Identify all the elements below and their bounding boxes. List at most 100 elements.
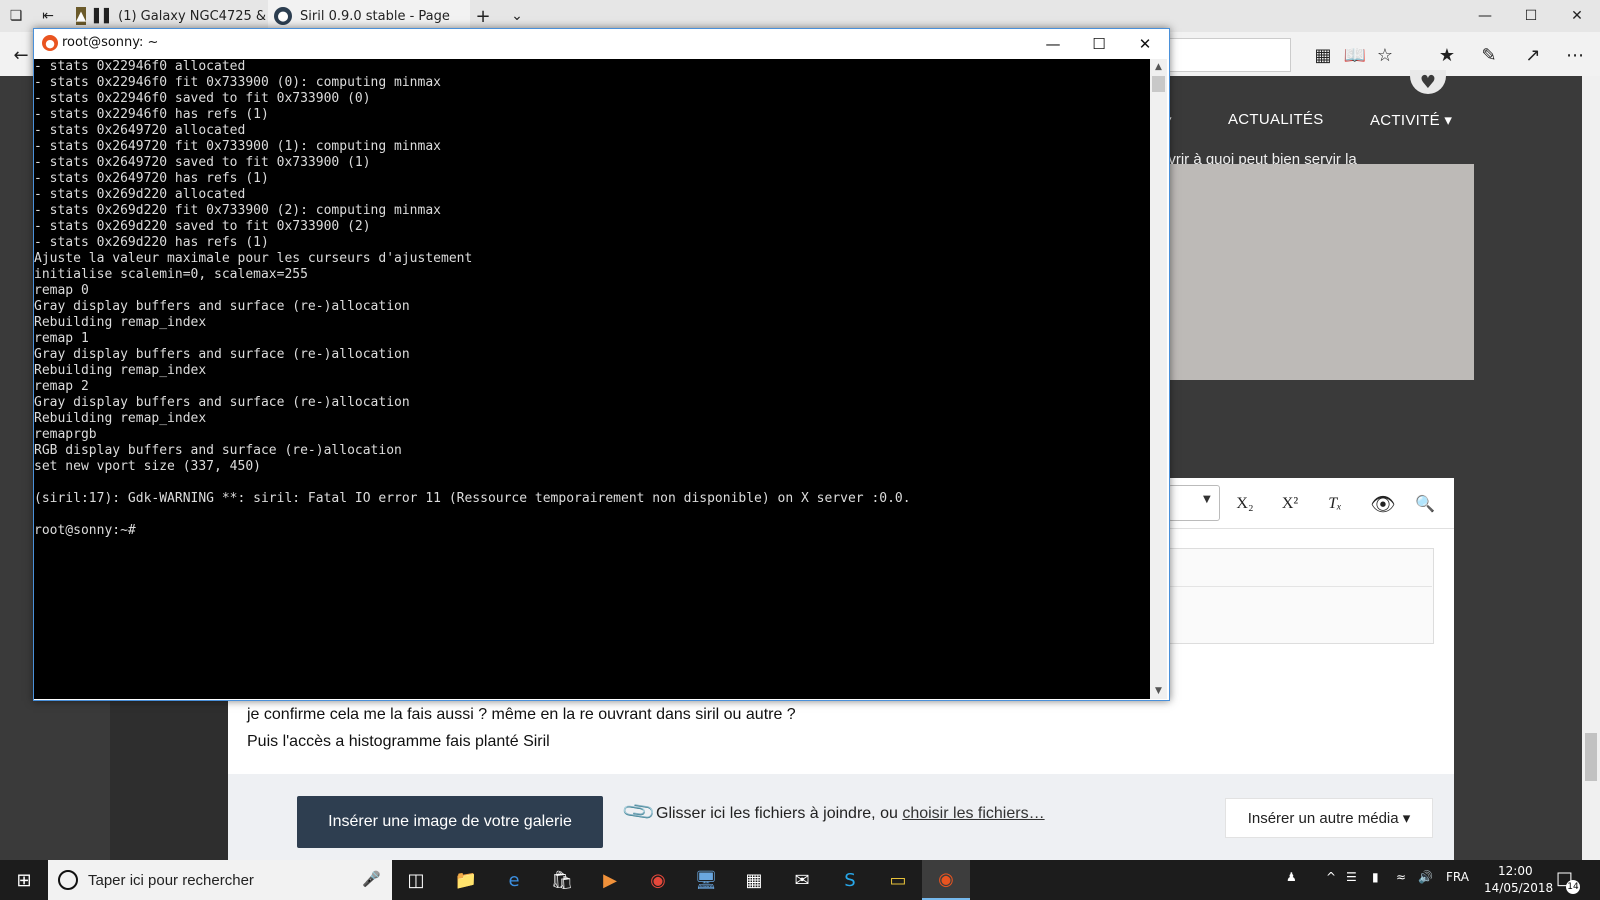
terminal-line: - stats 0x2649720 saved to fit 0x733900 … bbox=[34, 155, 371, 170]
language-indicator[interactable]: FRA bbox=[1446, 870, 1469, 884]
terminal-line: - stats 0x22946f0 saved to fit 0x733900 … bbox=[34, 91, 371, 106]
back-arrow-icon[interactable]: ← bbox=[8, 42, 34, 68]
store-icon[interactable]: 🛍 bbox=[538, 860, 586, 900]
microphone-icon[interactable]: 🎤 bbox=[362, 870, 381, 888]
terminal-line: - stats 0x269d220 has refs (1) bbox=[34, 235, 269, 250]
nav-actualites[interactable]: ACTUALITÉS bbox=[1228, 111, 1324, 128]
superscript-button[interactable]: X² bbox=[1275, 490, 1305, 518]
terminal-line: (siril:17): Gdk-WARNING **: siril: Fatal… bbox=[34, 491, 911, 506]
terminal-line: - stats 0x2649720 allocated bbox=[34, 123, 246, 138]
extensions-icon[interactable]: ▦ bbox=[1310, 42, 1336, 68]
terminal-scrollbar-thumb[interactable] bbox=[1152, 76, 1165, 92]
terminal-line: - stats 0x2649720 fit 0x733900 (1): comp… bbox=[34, 139, 441, 154]
notification-badge: 14 bbox=[1566, 880, 1580, 894]
tab-preview-icon[interactable]: ❏ bbox=[0, 0, 32, 32]
subscript-button[interactable]: X₂ bbox=[1230, 490, 1260, 518]
calculator-icon[interactable]: ▦ bbox=[730, 860, 778, 900]
chevron-up-icon[interactable]: ▲ bbox=[1150, 59, 1167, 75]
chevron-down-icon: ▼ bbox=[1203, 494, 1211, 505]
quote-divider bbox=[1168, 586, 1432, 587]
terminal-line: - stats 0x22946f0 has refs (1) bbox=[34, 107, 269, 122]
terminal-line: Ajuste la valeur maximale pour les curse… bbox=[34, 251, 473, 266]
nav-activite[interactable]: ACTIVITÉ ▾ bbox=[1370, 111, 1452, 129]
terminal-close-button[interactable]: ✕ bbox=[1122, 29, 1168, 59]
terminal-line: Gray display buffers and surface (re-)al… bbox=[34, 299, 410, 314]
language-ime-icon[interactable]: ☰ bbox=[1346, 870, 1357, 884]
people-icon[interactable]: ♟ bbox=[1286, 870, 1297, 884]
tab-label: Siril 0.9.0 stable - Page bbox=[300, 8, 450, 24]
browser-maximize-button[interactable]: ☐ bbox=[1508, 0, 1554, 32]
insert-other-media-button[interactable]: Insérer un autre média ▾ bbox=[1225, 798, 1433, 838]
ubuntu-taskbar-icon[interactable]: ◉ bbox=[922, 860, 970, 900]
terminal-line: Rebuilding remap_index bbox=[34, 411, 207, 426]
terminal-text: - stats 0x22946f0 allocated - stats 0x229… bbox=[34, 59, 1150, 539]
battery-icon[interactable]: ▮ bbox=[1372, 870, 1379, 884]
quote-block bbox=[1168, 548, 1434, 644]
terminal-scrollbar[interactable] bbox=[1150, 59, 1167, 699]
more-menu-icon[interactable]: ⋯ bbox=[1562, 42, 1588, 68]
edge-browser-icon[interactable]: e bbox=[490, 860, 538, 900]
web-note-pen-icon[interactable]: ✎ bbox=[1476, 42, 1502, 68]
browser-close-button[interactable]: ✕ bbox=[1554, 0, 1600, 32]
terminal-line: - stats 0x269d220 fit 0x733900 (2): comp… bbox=[34, 203, 441, 218]
terminal-line: Rebuilding remap_index bbox=[34, 315, 207, 330]
terminal-title: root@sonny: ~ bbox=[62, 35, 159, 50]
favorites-hub-icon[interactable]: ★ bbox=[1434, 42, 1460, 68]
post-line-1: je confirme cela me la fais aussi ? même… bbox=[247, 706, 796, 723]
reading-view-icon[interactable]: 📖 bbox=[1342, 42, 1368, 68]
volume-icon[interactable]: 🔊 bbox=[1418, 870, 1433, 884]
preview-eye-icon[interactable]: 👁 bbox=[1368, 490, 1398, 518]
taskbar-search-box[interactable]: Taper ici pour rechercher bbox=[48, 860, 392, 900]
content-panel bbox=[1168, 164, 1474, 380]
terminal-maximize-button[interactable]: ☐ bbox=[1076, 29, 1122, 59]
sidebar-strip bbox=[110, 700, 228, 860]
wifi-icon[interactable]: ≈ bbox=[1396, 870, 1406, 884]
chevron-down-icon[interactable]: ▼ bbox=[1150, 683, 1167, 699]
file-explorer-icon[interactable]: 📁 bbox=[442, 860, 490, 900]
terminal-line: Gray display buffers and surface (re-)al… bbox=[34, 395, 410, 410]
terminal-output[interactable]: - stats 0x22946f0 allocated - stats 0x229… bbox=[34, 59, 1150, 699]
search-icon bbox=[58, 870, 78, 890]
attach-text: Glisser ici les fichiers à joindre, ou bbox=[656, 805, 898, 822]
terminal-line: set new vport size (337, 450) bbox=[34, 459, 261, 474]
url-field[interactable] bbox=[1168, 38, 1291, 72]
windows-start-icon[interactable]: ⊞ bbox=[0, 860, 48, 900]
choose-files-link[interactable]: choisir les fichiers… bbox=[902, 805, 1044, 822]
task-view-icon[interactable]: ◫ bbox=[392, 860, 440, 900]
terminal-line: - stats 0x22946f0 fit 0x733900 (0): comp… bbox=[34, 75, 441, 90]
page-scrollbar-thumb[interactable] bbox=[1585, 733, 1597, 781]
tab-label: ▌▌ (1) Galaxy NGC4725 & 47 bbox=[94, 8, 272, 24]
media-player-icon[interactable]: ▶ bbox=[586, 860, 634, 900]
favorite-star-icon[interactable]: ☆ bbox=[1372, 42, 1398, 68]
ubuntu-icon: ● bbox=[42, 35, 58, 51]
find-icon[interactable]: 🔍 bbox=[1410, 490, 1440, 518]
insert-gallery-image-button[interactable]: Insérer une image de votre galerie bbox=[297, 796, 603, 848]
remote-desktop-icon[interactable]: 🖥 bbox=[682, 860, 730, 900]
terminal-app-icon[interactable]: ▭ bbox=[874, 860, 922, 900]
clock-time[interactable]: 12:00 bbox=[1498, 864, 1533, 878]
siril-logo-icon: ● bbox=[274, 7, 292, 25]
user-photo-icon: ▲ bbox=[76, 7, 86, 25]
terminal-line: - stats 0x269d220 allocated bbox=[34, 187, 246, 202]
terminal-line: RGB display buffers and surface (re-)all… bbox=[34, 443, 402, 458]
terminal-titlebar[interactable] bbox=[34, 29, 1167, 59]
terminal-line: remap 2 bbox=[34, 379, 89, 394]
terminal-line: Rebuilding remap_index bbox=[34, 363, 207, 378]
terminal-line: remaprgb bbox=[34, 427, 97, 442]
terminal-minimize-button[interactable]: — bbox=[1030, 29, 1076, 59]
terminal-line: - stats 0x2649720 has refs (1) bbox=[34, 171, 269, 186]
skype-icon[interactable]: S bbox=[826, 860, 874, 900]
chevron-up-icon[interactable]: ^ bbox=[1326, 870, 1336, 884]
clear-format-button[interactable]: Tₓ bbox=[1320, 490, 1350, 518]
browser-minimize-button[interactable]: — bbox=[1462, 0, 1508, 32]
terminal-line: Gray display buffers and surface (re-)al… bbox=[34, 347, 410, 362]
terminal-line: - stats 0x22946f0 allocated bbox=[34, 59, 246, 74]
mail-icon[interactable]: ✉ bbox=[778, 860, 826, 900]
share-icon[interactable]: ↗ bbox=[1520, 42, 1546, 68]
format-select[interactable]: ▼ bbox=[1168, 485, 1220, 521]
chrome-icon[interactable]: ◉ bbox=[634, 860, 682, 900]
terminal-line: remap 0 bbox=[34, 283, 89, 298]
attach-dropzone[interactable]: Glisser ici les fichiers à joindre, ou c… bbox=[656, 805, 1045, 823]
clock-date[interactable]: 14/05/2018 bbox=[1484, 881, 1553, 895]
